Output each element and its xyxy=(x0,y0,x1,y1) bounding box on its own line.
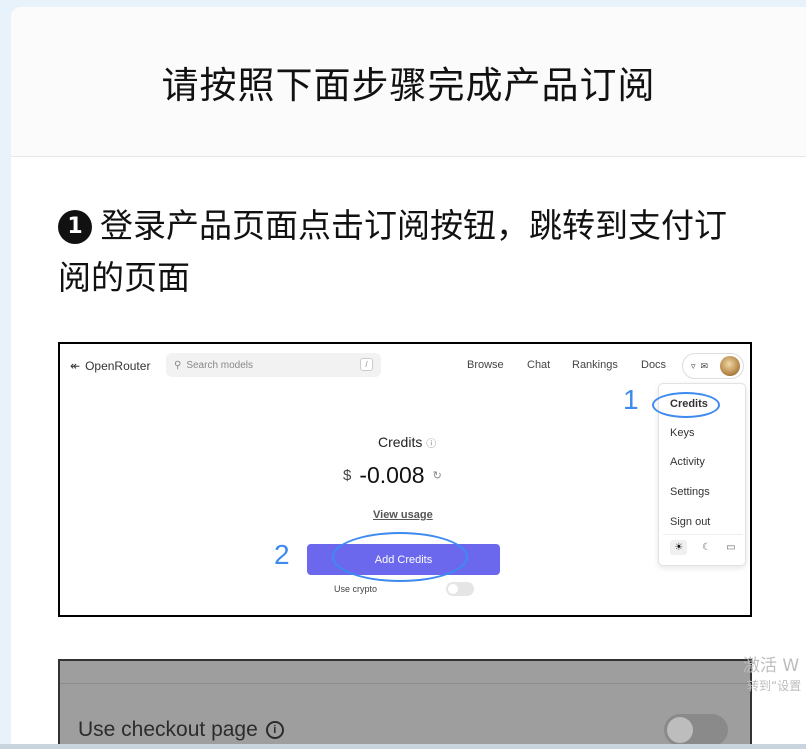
annotation-ring-credits xyxy=(652,392,720,418)
info-icon: i xyxy=(265,721,284,739)
page-title: 请按照下面步骤完成产品订阅 xyxy=(161,63,656,107)
divider xyxy=(60,683,750,684)
system-mode-icon[interactable]: ▭ xyxy=(726,542,735,553)
avatar xyxy=(720,356,740,376)
step-1-heading: 1 登录产品页面点击订阅按钮，跳转到支付订阅的页面 xyxy=(58,200,758,304)
search-icon: ⚲ xyxy=(174,359,182,371)
checkout-page-setting: Use checkout page i xyxy=(78,718,284,742)
theme-switcher: ☀ ☾ ▭ xyxy=(663,534,743,560)
windows-activation-watermark: 激活 W xyxy=(743,656,800,676)
nav-link-browse[interactable]: Browse xyxy=(467,359,504,371)
refresh-icon[interactable]: ↻ xyxy=(433,469,442,482)
nav-link-chat[interactable]: Chat xyxy=(527,359,550,371)
step-number-badge: 1 xyxy=(58,210,92,244)
checkout-page-toggle[interactable] xyxy=(664,714,728,746)
menu-item-sign-out[interactable]: Sign out xyxy=(670,516,710,528)
credits-title-text: Credits xyxy=(378,434,423,450)
annotation-number-2: 2 xyxy=(274,539,290,570)
openrouter-logo[interactable]: ↞ OpenRouter xyxy=(70,359,150,373)
windows-activation-hint: 转到“设置 xyxy=(747,679,802,693)
view-usage-link[interactable]: View usage xyxy=(373,509,433,521)
search-input[interactable]: ⚲ Search models / xyxy=(166,353,381,377)
info-icon: ⓘ xyxy=(426,439,437,450)
logo-text: OpenRouter xyxy=(85,359,151,373)
balance-value: -0.008 xyxy=(359,462,425,488)
menu-item-activity[interactable]: Activity xyxy=(670,456,705,468)
step-1-text: 登录产品页面点击订阅按钮，跳转到支付订阅的页面 xyxy=(58,206,727,297)
menu-item-settings[interactable]: Settings xyxy=(670,486,710,498)
checkout-page-label: Use checkout page xyxy=(78,718,258,741)
annotation-number-1: 1 xyxy=(623,384,639,415)
light-mode-icon[interactable]: ☀ xyxy=(670,540,688,555)
taskbar-edge xyxy=(0,744,806,749)
search-shortcut-key: / xyxy=(360,358,373,371)
credits-heading: Credits ⓘ xyxy=(378,434,436,450)
content-card: 请按照下面步骤完成产品订阅 1 登录产品页面点击订阅按钮，跳转到支付订阅的页面 ↞… xyxy=(11,7,806,749)
search-placeholder: Search models xyxy=(186,359,254,371)
mail-icon: ✉ xyxy=(700,360,709,371)
annotation-ring-add-credits xyxy=(332,532,468,582)
dark-mode-icon[interactable]: ☾ xyxy=(702,542,711,553)
nav-link-docs[interactable]: Docs xyxy=(641,359,666,371)
credit-balance: $ -0.008 ↻ xyxy=(343,462,442,489)
menu-item-keys[interactable]: Keys xyxy=(670,427,694,439)
checkout-settings-screenshot: Use checkout page i xyxy=(58,659,752,749)
use-crypto-toggle[interactable] xyxy=(446,582,474,596)
page-header: 请按照下面步骤完成产品订阅 xyxy=(11,7,806,157)
openrouter-navbar: ↞ OpenRouter ⚲ Search models / Browse Ch… xyxy=(60,344,750,388)
openrouter-screenshot: ↞ OpenRouter ⚲ Search models / Browse Ch… xyxy=(58,342,752,617)
openrouter-logo-icon: ↞ xyxy=(70,359,81,373)
currency-symbol: $ xyxy=(343,467,352,484)
account-menu-button[interactable]: ▿ ✉ xyxy=(682,353,744,379)
chevron-down-icon: ▿ xyxy=(691,360,696,371)
use-crypto-label: Use crypto xyxy=(334,584,378,594)
nav-link-rankings[interactable]: Rankings xyxy=(572,359,618,371)
